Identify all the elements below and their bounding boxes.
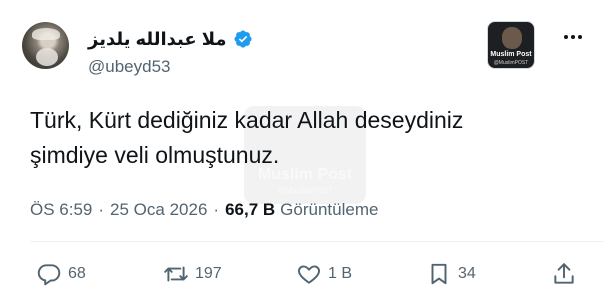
share-icon (554, 263, 574, 284)
affiliate-avatar-image (502, 27, 522, 49)
meta-separator: · (98, 200, 105, 219)
author-avatar[interactable] (22, 22, 69, 69)
reply-icon (37, 264, 61, 286)
reply-count: 68 (68, 265, 86, 282)
author-handle[interactable]: @ubeyd53 (88, 57, 171, 77)
like-count: 1 B (328, 265, 353, 282)
tweet-text-line: şimdiye veli olmuştunuz. (30, 142, 280, 168)
retweet-button[interactable]: 197 (163, 259, 222, 289)
retweet-count: 197 (195, 265, 222, 282)
tweet-time[interactable]: ÖS 6:59 (30, 200, 92, 220)
affiliate-title: Muslim Post (490, 51, 532, 58)
bookmark-count: 34 (458, 265, 476, 282)
more-dot-icon (564, 35, 568, 39)
like-button[interactable]: 1 B (296, 259, 352, 289)
more-dot-icon (578, 35, 582, 39)
avatar-beard (36, 48, 58, 66)
meta-separator: · (213, 200, 220, 219)
more-options-button[interactable] (560, 30, 586, 44)
tweet-meta: ÖS 6:59 · 25 Oca 2026 · 66,7 B Görüntüle… (30, 200, 378, 220)
bookmark-button[interactable]: 34 (426, 259, 476, 289)
retweet-icon (164, 266, 188, 282)
author-name-row: ملا عبدالله یلدیز (88, 27, 253, 51)
affiliate-subtitle: @MuslimPOST (493, 60, 529, 66)
bookmark-icon (431, 263, 447, 285)
more-dot-icon (571, 35, 575, 39)
tweet-text-line: Türk, Kürt dediğiniz kadar Allah deseydi… (30, 107, 464, 133)
watermark-subtitle: @MuslimPOST (277, 186, 333, 195)
heart-icon (298, 265, 320, 284)
affiliate-badge[interactable]: Muslim Post @MuslimPOST (487, 21, 535, 69)
views-label[interactable]: Görüntüleme (280, 200, 378, 220)
divider (30, 241, 604, 242)
tweet-text: Türk, Kürt dediğiniz kadar Allah deseydi… (30, 103, 590, 173)
action-bar: 68 197 1 B 34 (0, 259, 604, 289)
author-display-name[interactable]: ملا عبدالله یلدیز (88, 29, 227, 50)
reply-button[interactable]: 68 (36, 259, 86, 289)
avatar-cap (32, 28, 60, 40)
verified-badge-icon[interactable] (233, 29, 253, 49)
share-button[interactable] (551, 259, 577, 289)
tweet-date[interactable]: 25 Oca 2026 (110, 200, 207, 220)
views-count[interactable]: 66,7 B (225, 200, 275, 220)
